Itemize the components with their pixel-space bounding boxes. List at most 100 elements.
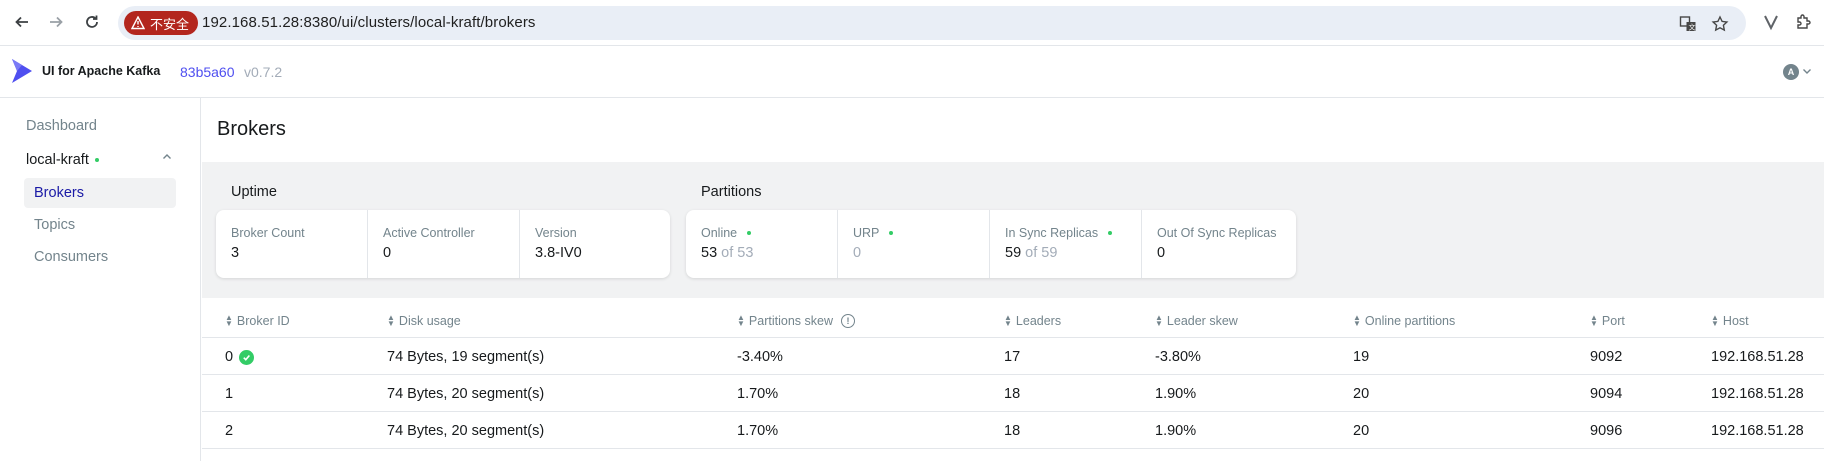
reload-icon: [86, 15, 98, 28]
warning-icon: [130, 15, 146, 31]
column-header-host[interactable]: ▲ ▼ Host: [1711, 313, 1749, 329]
version-hash-link[interactable]: 83b5a60: [180, 64, 235, 80]
partitions-title: Partitions: [701, 184, 762, 200]
metric-online: Online 53 of 53: [686, 210, 838, 278]
cell-online-partitions: 20: [1353, 423, 1370, 439]
brokers-table: ▲ ▼ Broker ID ▲ ▼ Disk usage ▲ ▼ Partitions sk…: [202, 306, 1824, 449]
metric-value: 0: [1157, 245, 1166, 261]
cluster-online-indicator: [94, 158, 99, 162]
browser-toolbar: 不安全 192.168.51.28:8380/ui/clusters/local…: [0, 0, 1824, 46]
column-header-leaders[interactable]: ▲ ▼ Leaders: [1004, 314, 1061, 329]
cell-broker-id[interactable]: 2: [225, 423, 233, 439]
metric-version: Version 3.8-IV0: [520, 210, 670, 278]
column-header-broker-id[interactable]: ▲ ▼ Broker ID: [225, 313, 290, 329]
status-dot: [889, 231, 894, 235]
status-dot: [747, 231, 752, 235]
metric-label: Out Of Sync Replicas: [1157, 226, 1277, 240]
address-bar[interactable]: 不安全 192.168.51.28:8380/ui/clusters/local…: [118, 6, 1746, 40]
page-title: Brokers: [217, 118, 286, 140]
column-header-online-partitions[interactable]: ▲ ▼ Online partitions: [1353, 313, 1455, 329]
table-header: ▲ ▼ Broker ID ▲ ▼ Disk usage ▲ ▼ Partitions sk…: [202, 306, 1824, 338]
cell-disk-usage: 74 Bytes, 20 segment(s): [387, 386, 545, 402]
metric-label: Version: [535, 226, 577, 240]
metric-label: In Sync Replicas: [1005, 226, 1141, 240]
cell-partitions-skew: 1.70%: [737, 386, 779, 402]
user-avatar: A: [1783, 64, 1799, 80]
sort-icon: ▲ ▼: [387, 313, 395, 328]
cell-leader-skew: -3.80%: [1155, 349, 1201, 365]
cell-host: 192.168.51.28: [1711, 349, 1804, 365]
column-header-port[interactable]: ▲ ▼ Port: [1590, 313, 1625, 329]
table-row[interactable]: 0 74 Bytes, 19 segment(s) -3.40% 17 -3.8…: [202, 338, 1824, 375]
sort-icon: ▲ ▼: [1155, 313, 1163, 328]
table-row[interactable]: 1 74 Bytes, 20 segment(s) 1.70% 18 1.90%…: [202, 375, 1824, 412]
cell-leader-skew: 1.90%: [1155, 386, 1197, 402]
metric-value: 0: [853, 245, 862, 261]
version-number: v0.7.2: [244, 64, 283, 80]
back-button[interactable]: [10, 10, 34, 34]
sidebar-item-brokers[interactable]: Brokers: [24, 178, 176, 208]
cluster-name: local-kraft: [26, 152, 89, 168]
metric-value: 53 of 53: [701, 245, 754, 261]
metric-value: 3: [231, 245, 240, 261]
cell-leader-skew: 1.90%: [1155, 423, 1197, 439]
sort-icon: ▲ ▼: [1590, 313, 1598, 328]
metric-value: 59 of 59: [1005, 245, 1058, 261]
extensions-icon[interactable]: [1792, 11, 1814, 33]
chevron-down-icon: [1802, 65, 1812, 79]
metric-out-of-sync-replicas: Out Of Sync Replicas 0: [1142, 210, 1296, 278]
sidebar: Dashboard local-kraft Brokers Topics Con…: [0, 98, 201, 461]
chevron-up-icon: [162, 152, 172, 165]
uptime-metrics: Broker Count 3 Active Controller 0 Versi…: [216, 210, 670, 278]
cell-partitions-skew: 1.70%: [737, 423, 779, 439]
translate-icon[interactable]: 文: [1678, 14, 1698, 34]
sort-icon: ▲ ▼: [225, 313, 233, 328]
cell-port: 9094: [1590, 386, 1623, 402]
cell-online-partitions: 19: [1353, 349, 1370, 365]
sidebar-item-consumers[interactable]: Consumers: [24, 242, 176, 272]
svg-text:文: 文: [1689, 23, 1696, 32]
cell-port: 9096: [1590, 423, 1623, 439]
metric-label: Active Controller: [383, 226, 475, 240]
cell-partitions-skew: -3.40%: [737, 349, 783, 365]
column-header-leader-skew[interactable]: ▲ ▼ Leader skew: [1155, 313, 1238, 329]
table-row[interactable]: 2 74 Bytes, 20 segment(s) 1.70% 18 1.90%…: [202, 412, 1824, 449]
metric-value: 0: [383, 245, 392, 261]
kafka-logo-icon[interactable]: [10, 58, 34, 84]
column-header-disk-usage[interactable]: ▲ ▼ Disk usage: [387, 313, 461, 329]
vivaldi-extension-icon[interactable]: [1760, 11, 1782, 33]
cell-disk-usage: 74 Bytes, 19 segment(s): [387, 349, 545, 365]
uptime-title: Uptime: [231, 184, 277, 200]
insecure-label: 不安全: [150, 16, 190, 32]
app-name[interactable]: UI for Apache Kafka: [42, 64, 160, 78]
insecure-badge[interactable]: 不安全: [124, 11, 199, 35]
sidebar-item-dashboard[interactable]: Dashboard: [26, 118, 97, 134]
column-header-partitions-skew[interactable]: ▲ ▼ Partitions skew!: [737, 314, 855, 328]
cell-host: 192.168.51.28: [1711, 423, 1804, 439]
metric-in-sync-replicas: In Sync Replicas 59 of 59: [990, 210, 1142, 278]
reload-button[interactable]: [80, 10, 104, 34]
status-dot: [1108, 231, 1113, 235]
star-icon[interactable]: [1710, 14, 1730, 34]
sidebar-item-topics[interactable]: Topics: [24, 210, 176, 240]
cell-leaders: 18: [1004, 423, 1021, 439]
sort-icon: ▲ ▼: [1353, 313, 1361, 328]
cell-online-partitions: 20: [1353, 386, 1370, 402]
metric-value: 3.8-IV0: [535, 245, 582, 261]
url-text[interactable]: 192.168.51.28:8380/ui/clusters/local-kra…: [202, 14, 536, 31]
cell-broker-id[interactable]: 1: [225, 386, 233, 402]
metric-urp: URP 0: [838, 210, 990, 278]
cell-port: 9092: [1590, 349, 1623, 365]
sort-icon: ▲ ▼: [737, 313, 745, 328]
sort-icon: ▲ ▼: [1711, 313, 1719, 328]
app-header: UI for Apache Kafka 83b5a60 v0.7.2 A: [0, 46, 1824, 98]
cell-broker-id[interactable]: 0: [225, 349, 255, 365]
metric-label: Online: [701, 226, 837, 240]
sidebar-cluster-toggle[interactable]: local-kraft: [26, 150, 172, 170]
controller-check-icon: [239, 349, 255, 365]
user-menu[interactable]: A: [1783, 64, 1812, 80]
forward-button[interactable]: [44, 10, 68, 34]
cell-leaders: 17: [1004, 349, 1021, 365]
info-icon[interactable]: !: [840, 314, 855, 328]
metric-label: URP: [853, 226, 989, 240]
